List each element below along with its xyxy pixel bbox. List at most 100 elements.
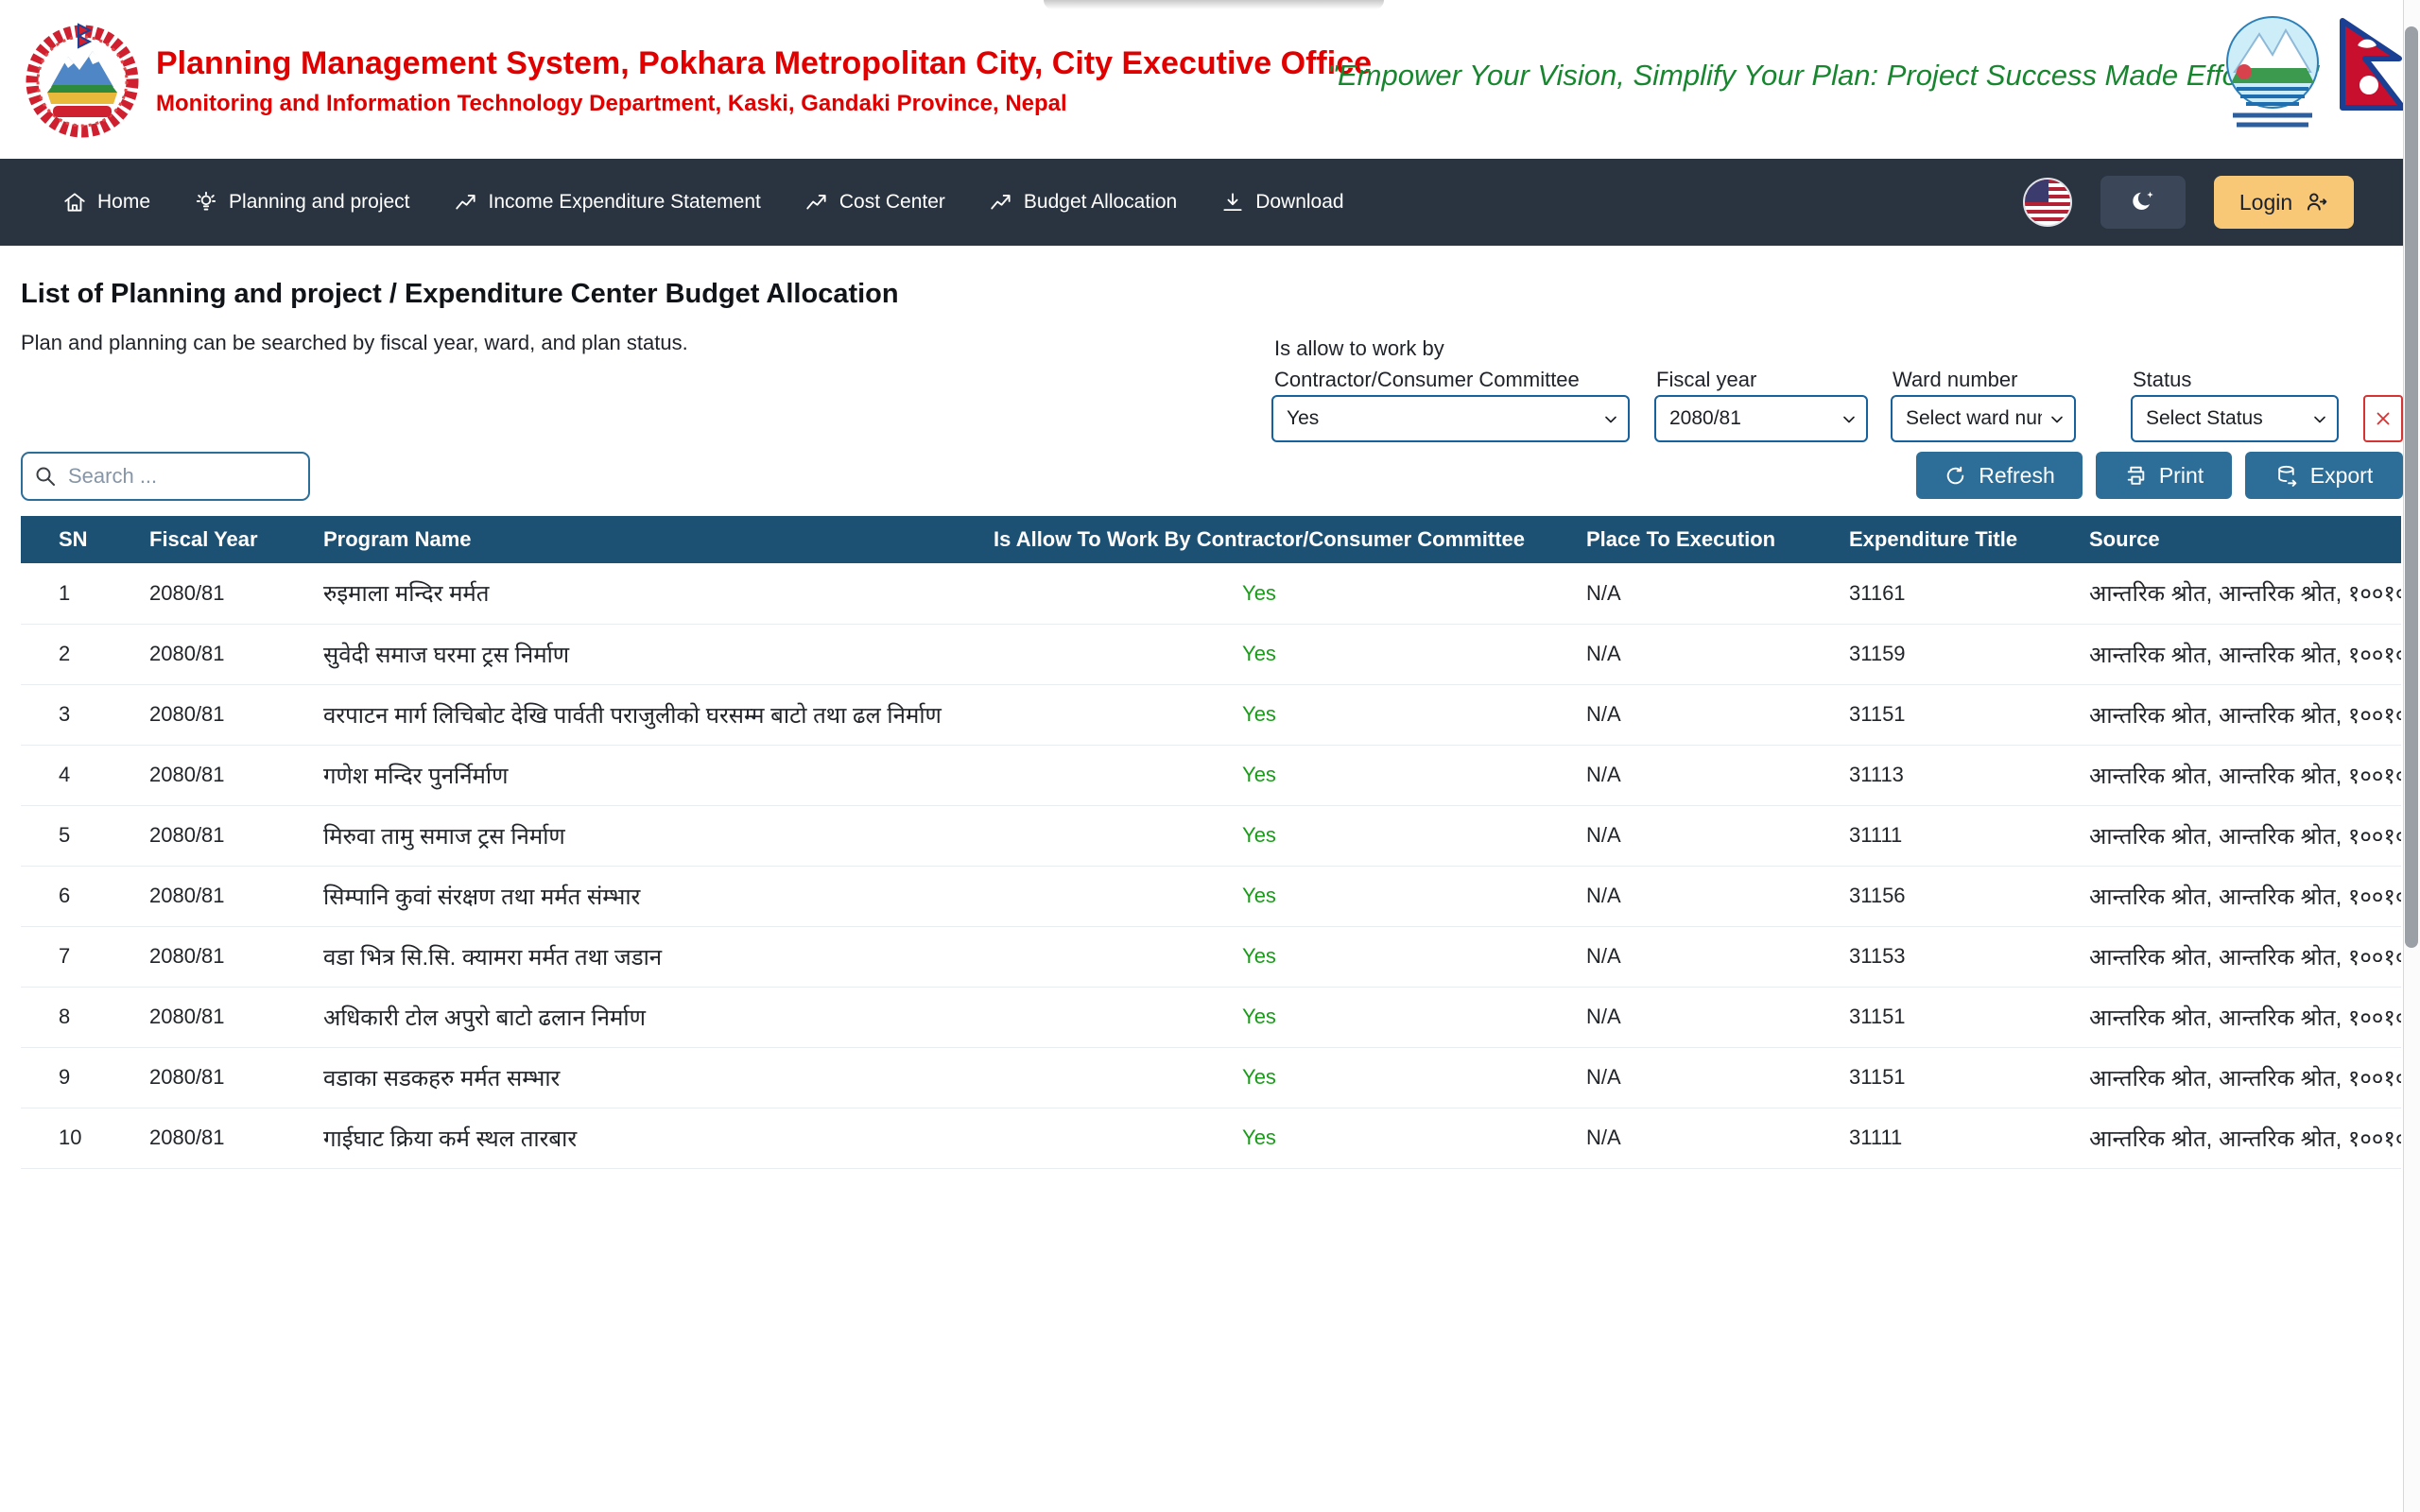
cell-sn: 5 — [21, 805, 134, 866]
cell-fiscal-year: 2080/81 — [134, 805, 314, 866]
cell-is-allow: Yes — [976, 563, 1543, 624]
search-icon — [34, 465, 57, 488]
table-row: 4 2080/81 गणेश मन्दिर पुनर्निर्माण Yes N… — [21, 745, 2401, 805]
cell-is-allow: Yes — [976, 745, 1543, 805]
cell-program-name: वडा भित्र सि.सि. क्यामरा मर्मत तथा जडान — [314, 926, 976, 987]
nav-label: Home — [97, 191, 150, 214]
cell-fiscal-year: 2080/81 — [134, 563, 314, 624]
planning-management-page: Planning Management System, Pokhara Metr… — [0, 0, 2420, 1512]
lightbulb-icon — [194, 190, 218, 215]
chart-trend-icon — [454, 190, 478, 215]
nepal-flag — [2337, 17, 2411, 136]
dark-mode-toggle[interactable] — [2100, 176, 2186, 229]
cell-place: N/A — [1543, 1108, 1845, 1168]
refresh-button[interactable]: Refresh — [1916, 452, 2083, 499]
nav-label: Planning and project — [229, 191, 409, 214]
fiscal-year-select-value: 2080/81 — [1669, 407, 1741, 430]
table-row: 3 2080/81 वरपाटन मार्ग लिचिबोट देखि पार्… — [21, 684, 2401, 745]
cell-sn: 7 — [21, 926, 134, 987]
cell-fiscal-year: 2080/81 — [134, 745, 314, 805]
cell-source: आन्तरिक श्रोत, आन्तरिक श्रोत, १००१० - उ — [2082, 1108, 2401, 1168]
col-header-sn: SN — [21, 516, 134, 563]
cell-place: N/A — [1543, 866, 1845, 926]
nav-item-cost-center[interactable]: Cost Center — [804, 190, 945, 215]
nav-item-income-expenditure-statement[interactable]: Income Expenditure Statement — [454, 190, 761, 215]
nav-label: Cost Center — [839, 191, 945, 214]
cell-expenditure-title: 31111 — [1845, 805, 2082, 866]
cell-is-allow: Yes — [976, 1108, 1543, 1168]
cell-place: N/A — [1543, 805, 1845, 866]
page-subtitle: Plan and planning can be searched by fis… — [21, 331, 688, 355]
cell-fiscal-year: 2080/81 — [134, 1047, 314, 1108]
cell-source: आन्तरिक श्रोत, आन्तरिक श्रोत, १००१० - उ — [2082, 684, 2401, 745]
cell-expenditure-title: 31156 — [1845, 866, 2082, 926]
main-navbar: Home Planning and project Income Expendi… — [0, 159, 2420, 246]
clear-filters-button[interactable] — [2363, 395, 2403, 442]
col-header-fiscal-year: Fiscal Year — [134, 516, 314, 563]
nav-label: Budget Allocation — [1024, 191, 1177, 214]
nav-item-home[interactable]: Home — [62, 190, 150, 215]
cell-source: आन्तरिक श्रोत, आन्तरिक श्रोत, १००१० - उ — [2082, 926, 2401, 987]
refresh-icon — [1944, 464, 1967, 488]
nav-item-planning-and-project[interactable]: Planning and project — [194, 190, 409, 215]
status-select[interactable]: Select Status — [2131, 395, 2339, 442]
chart-trend-icon — [804, 190, 829, 215]
page-title: List of Planning and project / Expenditu… — [21, 279, 899, 310]
cell-sn: 3 — [21, 684, 134, 745]
vertical-scrollbar-thumb[interactable] — [2405, 26, 2418, 948]
fiscal-year-select[interactable]: 2080/81 — [1654, 395, 1868, 442]
col-header-program-name: Program Name — [314, 516, 976, 563]
export-button[interactable]: Export — [2245, 452, 2403, 499]
print-button[interactable]: Print — [2096, 452, 2232, 499]
chevron-down-icon — [1840, 410, 1858, 434]
cell-place: N/A — [1543, 926, 1845, 987]
close-icon — [2373, 408, 2394, 429]
cell-is-allow: Yes — [976, 805, 1543, 866]
language-flag-us[interactable] — [2023, 178, 2072, 227]
login-label: Login — [2239, 190, 2292, 215]
nav-item-budget-allocation[interactable]: Budget Allocation — [989, 190, 1177, 215]
fiscal-year-filter-label: Fiscal year — [1656, 368, 1756, 392]
col-header-is-allow: Is Allow To Work By Contractor/Consumer … — [976, 516, 1543, 563]
cell-expenditure-title: 31159 — [1845, 624, 2082, 684]
printer-icon — [2124, 464, 2148, 488]
pokhara-metropolitan-logo — [2223, 13, 2322, 142]
ward-number-select[interactable]: Select ward numbe — [1891, 395, 2076, 442]
cell-place: N/A — [1543, 745, 1845, 805]
login-button[interactable]: Login — [2214, 176, 2354, 229]
search-input[interactable] — [66, 463, 297, 490]
cell-source: आन्तरिक श्रोत, आन्तरिक श्रोत, १००१० - उ — [2082, 987, 2401, 1047]
table-row: 10 2080/81 गाईघाट क्रिया कर्म स्थल तारबा… — [21, 1108, 2401, 1168]
cell-program-name: सिम्पानि कुवां संरक्षण तथा मर्मत संम्भार — [314, 866, 976, 926]
cell-sn: 10 — [21, 1108, 134, 1168]
col-header-source: Source — [2082, 516, 2401, 563]
slogan-text: "Empower Your Vision, Simplify Your Plan… — [1327, 59, 2206, 93]
cell-expenditure-title: 31151 — [1845, 1047, 2082, 1108]
cell-source: आन्तरिक श्रोत, आन्तरिक श्रोत, १००१० - उ — [2082, 866, 2401, 926]
cell-sn: 1 — [21, 563, 134, 624]
cell-source: आन्तरिक श्रोत, आन्तरिक श्रोत, १००१० - उ — [2082, 624, 2401, 684]
table-header-row: SN Fiscal Year Program Name Is Allow To … — [21, 516, 2401, 563]
cell-is-allow: Yes — [976, 987, 1543, 1047]
cell-sn: 4 — [21, 745, 134, 805]
committee-filter-label-line2: Contractor/Consumer Committee — [1274, 368, 1580, 392]
cell-fiscal-year: 2080/81 — [134, 684, 314, 745]
budget-allocation-table: SN Fiscal Year Program Name Is Allow To … — [21, 516, 2401, 1169]
nav-label: Income Expenditure Statement — [489, 191, 761, 214]
chevron-down-icon — [2048, 410, 2066, 434]
nav-item-download[interactable]: Download — [1220, 190, 1343, 215]
chevron-down-icon — [2310, 410, 2329, 434]
table-row: 1 2080/81 रुइमाला मन्दिर मर्मत Yes N/A 3… — [21, 563, 2401, 624]
moon-icon — [2129, 188, 2157, 216]
cell-program-name: गाईघाट क्रिया कर्म स्थल तारबार — [314, 1108, 976, 1168]
cell-program-name: सुवेदी समाज घरमा ट्रस निर्माण — [314, 624, 976, 684]
cell-source: आन्तरिक श्रोत, आन्तरिक श्रोत, १००१० - उ — [2082, 805, 2401, 866]
cell-expenditure-title: 31151 — [1845, 684, 2082, 745]
cell-is-allow: Yes — [976, 684, 1543, 745]
vertical-scrollbar — [2403, 0, 2420, 1512]
search-box — [21, 452, 310, 501]
app-department: Monitoring and Information Technology De… — [156, 91, 1067, 117]
login-person-icon — [2304, 190, 2328, 215]
download-icon — [1220, 190, 1245, 215]
committee-select[interactable]: Yes — [1271, 395, 1630, 442]
